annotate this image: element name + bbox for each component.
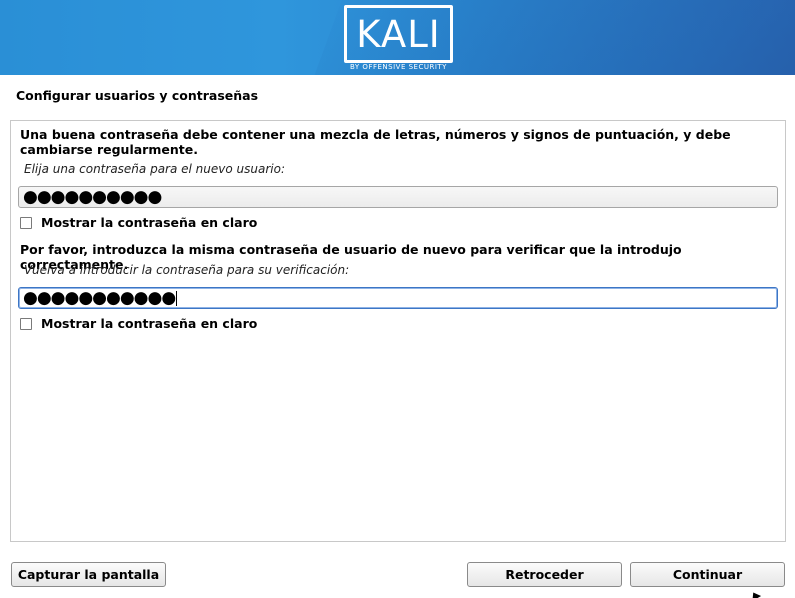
- mouse-cursor-icon: [748, 589, 762, 598]
- logo-text: KALI: [356, 12, 441, 56]
- show-verify-checkbox[interactable]: [20, 317, 32, 330]
- show-password-checkbox[interactable]: [20, 216, 32, 229]
- show-password-checkbox-row[interactable]: Mostrar la contraseña en claro: [20, 215, 257, 230]
- back-button[interactable]: Retroceder: [467, 562, 622, 587]
- form-panel: Una buena contraseña debe contener una m…: [10, 120, 786, 542]
- logo-subtitle: BY OFFENSIVE SECURITY: [350, 63, 447, 71]
- show-password-label: Mostrar la contraseña en claro: [41, 215, 258, 230]
- verify-prompt: Vuelva a introducir la contraseña para s…: [24, 263, 350, 277]
- show-verify-checkbox-row[interactable]: Mostrar la contraseña en claro: [20, 316, 257, 331]
- continue-button[interactable]: Continuar: [630, 562, 785, 587]
- password-input[interactable]: ●●●●●●●●●●: [18, 186, 778, 208]
- kali-logo: KALI: [344, 5, 453, 63]
- password-value: ●●●●●●●●●●: [23, 187, 162, 207]
- screenshot-button[interactable]: Capturar la pantalla: [11, 562, 166, 587]
- verify-password-value: ●●●●●●●●●●●: [23, 288, 176, 308]
- password-prompt: Elija una contraseña para el nuevo usuar…: [24, 162, 285, 176]
- text-caret: [176, 290, 178, 306]
- kali-header-banner: KALI BY OFFENSIVE SECURITY: [0, 0, 795, 75]
- password-description: Una buena contraseña debe contener una m…: [20, 127, 731, 157]
- verify-password-input[interactable]: ●●●●●●●●●●●: [18, 287, 778, 309]
- show-verify-label: Mostrar la contraseña en claro: [41, 316, 258, 331]
- page-title: Configurar usuarios y contraseñas: [16, 88, 259, 103]
